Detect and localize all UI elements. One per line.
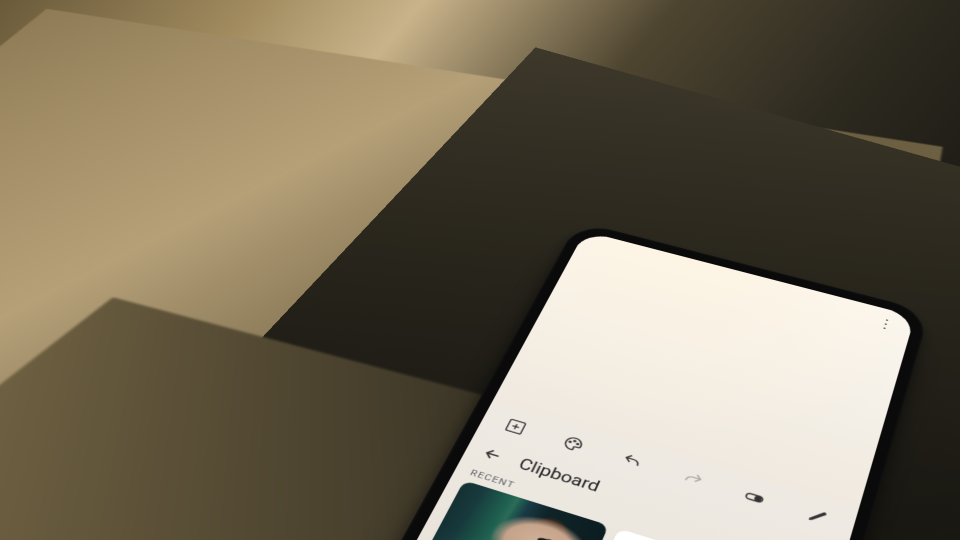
arrow-left-icon — [479, 444, 507, 465]
clip-text-card[interactable]: 5,000mAh 45W Fast Charging 15W Wireless … — [582, 528, 819, 540]
draw-button[interactable] — [799, 501, 836, 532]
add-box-icon — [502, 417, 529, 437]
pencil-icon — [804, 505, 831, 528]
undo-icon — [619, 451, 646, 472]
redo-icon — [679, 469, 706, 491]
toggle-button[interactable] — [736, 483, 773, 513]
photo-scene: ⋮ — [0, 0, 960, 540]
palette-button[interactable] — [555, 430, 592, 458]
overflow-menu-button[interactable]: ⋮ — [871, 312, 901, 335]
undo-button[interactable] — [614, 447, 651, 476]
palette-icon — [560, 434, 587, 455]
clip-text-content: 5,000mAh 45W Fast Charging 15W Wireless … — [590, 528, 819, 540]
add-button[interactable] — [497, 413, 534, 441]
more-vert-icon: ⋮ — [875, 316, 896, 332]
redo-button[interactable] — [674, 465, 711, 495]
toggle-icon — [741, 487, 768, 509]
